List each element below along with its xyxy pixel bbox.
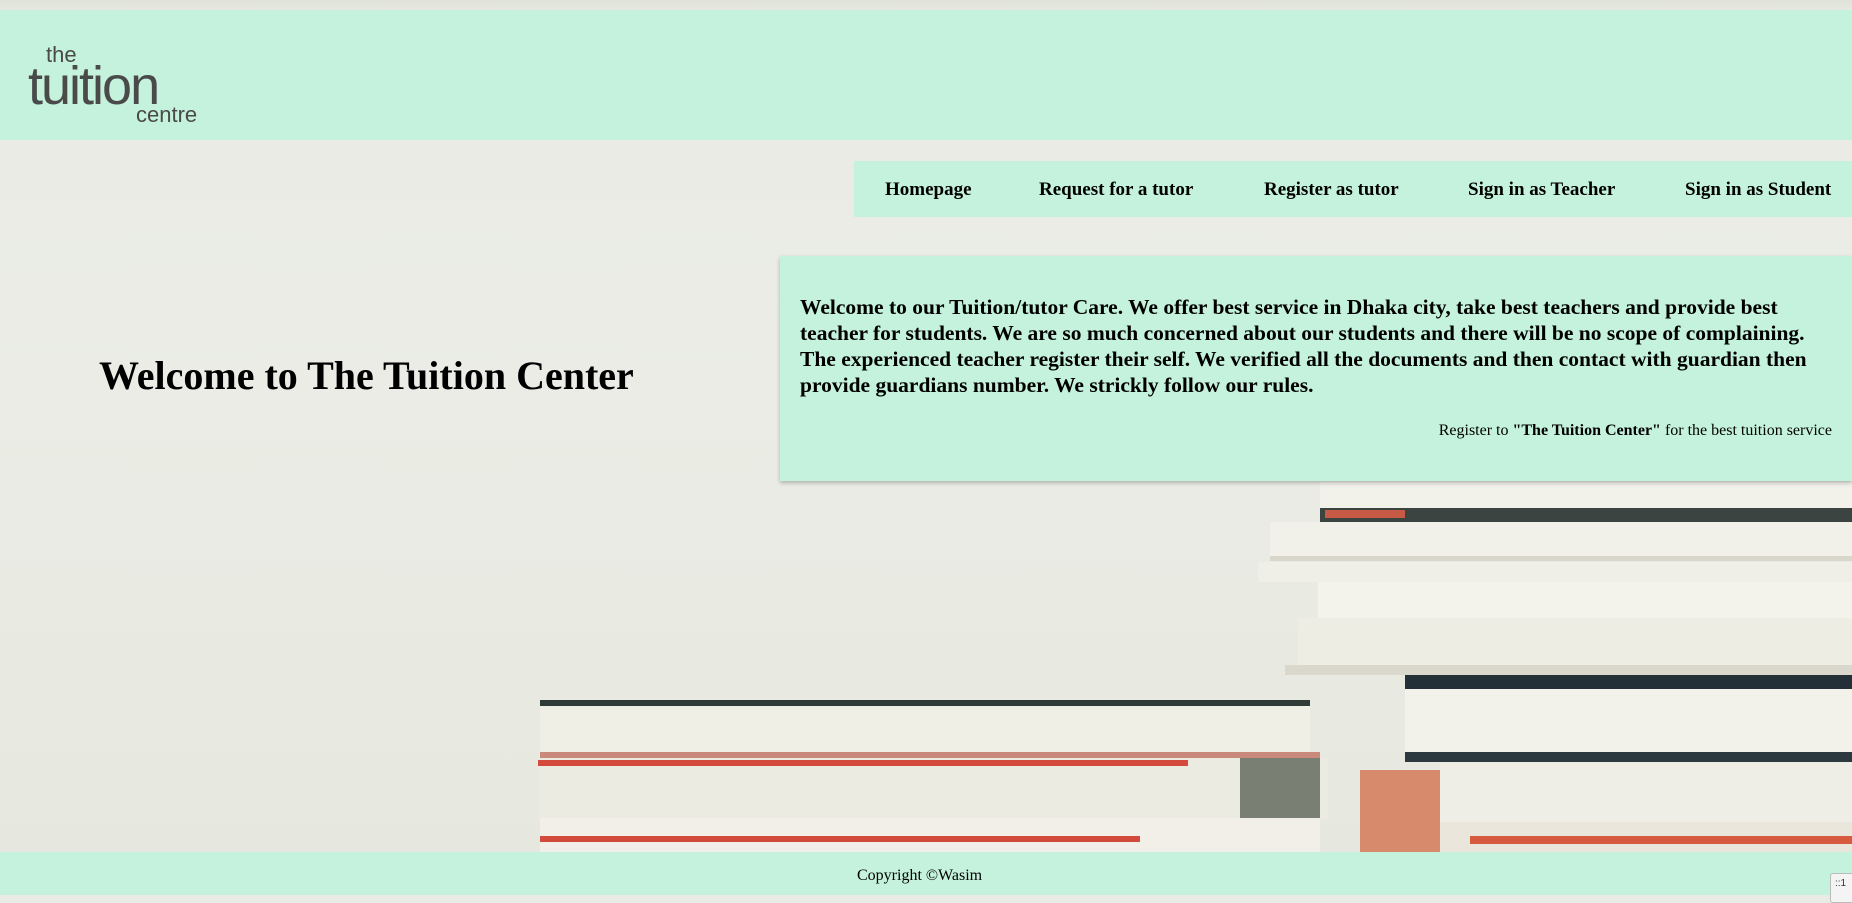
nav-sign-in-student[interactable]: Sign in as Student: [1685, 179, 1831, 201]
svg-text:centre: centre: [136, 102, 197, 126]
cta-brand: "The Tuition Center": [1512, 422, 1661, 439]
nav-sign-in-teacher[interactable]: Sign in as Teacher: [1468, 179, 1615, 201]
site-header: the tuition centre: [0, 10, 1852, 140]
site-footer: Copyright ©Wasim: [0, 852, 1852, 895]
hero-title: Welcome to The Tuition Center: [99, 353, 634, 398]
main-nav: Homepage Request for a tutor Register as…: [854, 161, 1852, 217]
welcome-description: Welcome to our Tuition/tutor Care. We of…: [800, 295, 1807, 397]
nav-request-tutor[interactable]: Request for a tutor: [1039, 179, 1193, 201]
welcome-info-card: Welcome to our Tuition/tutor Care. We of…: [780, 256, 1852, 481]
tuition-centre-logo[interactable]: the tuition centre: [28, 36, 228, 126]
nav-register-tutor[interactable]: Register as tutor: [1264, 179, 1399, 201]
register-cta: Register to "The Tuition Center" for the…: [1439, 422, 1832, 440]
nav-homepage[interactable]: Homepage: [885, 179, 972, 201]
cta-suffix: for the best tuition service: [1660, 422, 1832, 439]
copyright-text: Copyright ©Wasim: [857, 867, 983, 884]
cta-prefix: Register to: [1438, 422, 1513, 439]
corner-badge[interactable]: ::1: [1830, 873, 1852, 903]
